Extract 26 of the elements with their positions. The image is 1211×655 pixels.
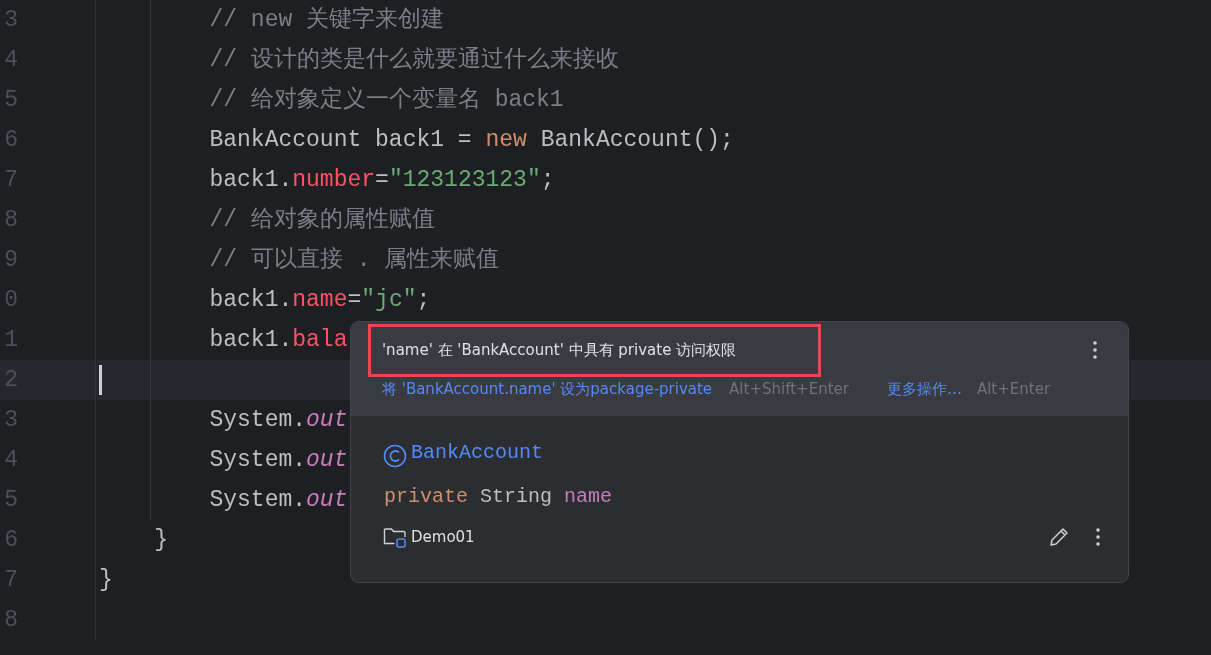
module-folder-icon — [383, 526, 407, 548]
code-line: // new 关键字来创建 — [209, 5, 445, 35]
text-cursor — [99, 365, 102, 395]
quick-fix-link[interactable]: 更多操作… — [886, 377, 962, 400]
code-line: System.out — [209, 485, 348, 515]
error-message: 'name' 在 'BankAccount' 中具有 private 访问权限 — [368, 324, 821, 377]
class-name[interactable]: BankAccount — [411, 438, 544, 468]
code-line: } — [99, 565, 113, 595]
code-line: back1.name="jc"; — [209, 285, 431, 315]
code-line: // 给对象定义一个变量名 back1 — [209, 85, 564, 115]
module-name: Demo01 — [411, 526, 475, 548]
declaration: private String name — [384, 484, 614, 510]
code-line: // 设计的类是什么就要通过什么来接收 — [209, 45, 619, 75]
code-line: // 可以直接 . 属性来赋值 — [209, 245, 500, 275]
code-line: System.out — [209, 445, 348, 475]
code-line: back1.bala — [209, 325, 348, 355]
shortcut-hint: Alt+Enter — [976, 378, 1051, 400]
edit-icon[interactable] — [1048, 526, 1070, 548]
code-line: // 给对象的属性赋值 — [209, 205, 435, 235]
code-line: back1.number="123123123"; — [209, 165, 555, 195]
code-line: System.out — [209, 405, 348, 435]
code-line: } — [154, 525, 169, 555]
code-line: BankAccount back1 = new BankAccount(); — [209, 125, 734, 155]
quick-fix-link[interactable]: 将 'BankAccount.name' 设为package-private — [382, 377, 713, 400]
class-icon — [383, 444, 407, 468]
shortcut-hint: Alt+Shift+Enter — [729, 378, 849, 400]
